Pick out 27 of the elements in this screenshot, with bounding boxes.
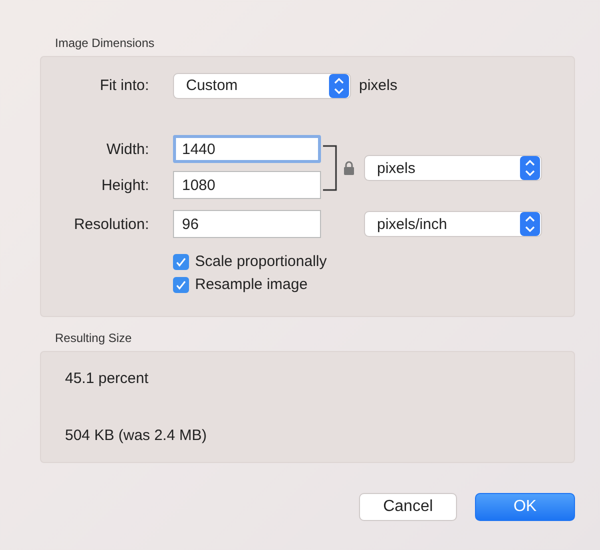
section-title: Image Dimensions	[54, 36, 156, 50]
checkmark-icon	[175, 256, 187, 268]
field-label: Height:	[100, 176, 150, 194]
checkmark-icon	[175, 278, 187, 290]
result-text: 504 KB (was 2.4 MB)	[65, 427, 207, 444]
unit-popup[interactable]: pixels	[364, 155, 542, 181]
field-label: Resolution:	[72, 216, 150, 232]
stepper-icon	[520, 212, 540, 236]
stepper-icon	[520, 156, 540, 180]
checkbox[interactable]	[173, 276, 189, 292]
stepper-icon	[329, 74, 349, 98]
lock-icon[interactable]	[343, 160, 355, 176]
height-field[interactable]: 1080	[173, 171, 321, 199]
checkbox[interactable]	[173, 254, 189, 270]
resolution-field[interactable]: 96	[173, 210, 321, 238]
checkbox-label[interactable]: Scale proportionally	[195, 253, 327, 270]
checkbox-label[interactable]: Resample image	[195, 276, 308, 293]
section-title: Resulting Size	[54, 331, 133, 345]
result-text: 45.1 percent	[65, 370, 148, 387]
width-field[interactable]: 1440	[173, 135, 321, 163]
field-label: Width:	[105, 140, 150, 158]
cancel-button[interactable]: Cancel	[359, 493, 457, 521]
fit-into-popup[interactable]: Custom	[173, 72, 351, 98]
bracket-icon	[323, 145, 337, 191]
unit-label: pixels	[359, 77, 398, 94]
resolution-unit-popup[interactable]: pixels/inch	[364, 211, 542, 237]
field-label: Fit into:	[98, 77, 150, 94]
